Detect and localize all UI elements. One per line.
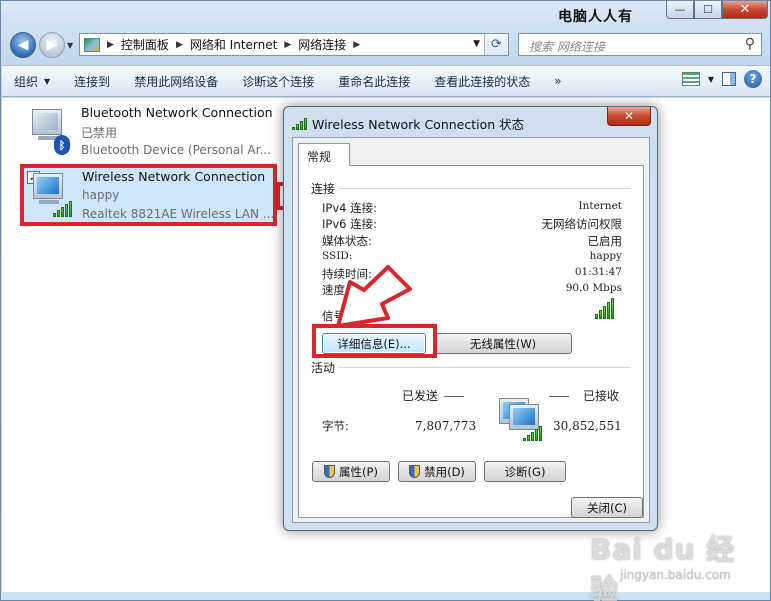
- list-item-bluetooth-connection[interactable]: ᛒ Bluetooth Network Connection 已禁用 Bluet…: [22, 103, 277, 163]
- forward-button[interactable]: ▶: [39, 32, 65, 58]
- search-icon[interactable]: ⚲: [745, 36, 755, 52]
- minimize-button[interactable]: —: [666, 1, 694, 19]
- command-bar: 组织 ▼ 连接到 禁用此网络设备 诊断这个连接 重命名此连接 查看此连接的状态 »…: [2, 65, 770, 97]
- breadcrumb-control-panel[interactable]: 控制面板: [121, 36, 169, 53]
- dialog-title: Wireless Network Connection 状态: [312, 117, 525, 132]
- row-key: IPv4 连接:: [322, 201, 377, 215]
- red-arrow-down-left-icon: [336, 265, 412, 328]
- view-status-button[interactable]: 查看此连接的状态: [422, 69, 542, 93]
- network-activity-icon: [495, 398, 542, 448]
- status-row-media: 媒体状态: 已启用: [322, 233, 622, 249]
- bytes-sent-value: 7,807,773: [415, 419, 477, 433]
- status-row-ipv4: IPv4 连接: Internet: [322, 200, 622, 216]
- connection-device: Bluetooth Device (Personal Ar...: [81, 143, 271, 157]
- maximize-button[interactable]: ☐: [694, 1, 722, 19]
- bluetooth-icon: ᛒ: [54, 135, 70, 155]
- disable-button[interactable]: 禁用(D): [398, 461, 476, 482]
- dialog-title-bar: Wireless Network Connection 状态: [292, 114, 524, 133]
- toolbar-right: ▼ ?: [681, 70, 762, 88]
- baidu-watermark: Bai du 经验 jingyan.baidu.com: [590, 528, 760, 601]
- divider: [311, 188, 631, 189]
- row-value: 已启用: [587, 234, 623, 248]
- received-line: [549, 396, 569, 397]
- uac-shield-icon: [409, 465, 421, 478]
- signal-bars-icon: [292, 117, 307, 130]
- row-value: Internet: [578, 200, 622, 212]
- watermark-url: jingyan.baidu.com: [620, 568, 731, 582]
- window-title: 电脑人人有: [558, 9, 633, 25]
- recent-pages-chevron-icon[interactable]: ▼: [67, 41, 73, 50]
- received-label: 已接收: [583, 389, 620, 403]
- monitor-icon: [32, 109, 62, 135]
- breadcrumb-separator-icon[interactable]: ▶: [107, 40, 114, 50]
- breadcrumb-network-internet[interactable]: 网络和 Internet: [190, 36, 277, 53]
- breadcrumb-network-connections[interactable]: 网络连接: [298, 36, 346, 53]
- network-adapter-icon: ᛒ: [26, 107, 76, 157]
- signal-quality-bars-icon: [595, 298, 614, 319]
- navigation-bar: ◀ ▶ ▼ ▶ 控制面板 ▶ 网络和 Internet ▶ 网络连接 ▶ ▼ ⟳…: [1, 29, 770, 61]
- row-key: 媒体状态:: [322, 234, 372, 248]
- more-commands-button[interactable]: »: [542, 69, 573, 93]
- connection-status: 已禁用: [81, 126, 118, 140]
- activity-group-label: 活动: [311, 359, 340, 376]
- row-value: happy: [589, 250, 622, 262]
- organize-menu[interactable]: 组织 ▼: [2, 69, 62, 93]
- diagnose-connection-button[interactable]: 诊断这个连接: [230, 69, 326, 93]
- bytes-label: 字节:: [322, 419, 349, 433]
- row-key: SSID:: [322, 250, 353, 262]
- signal-bars-icon: [523, 426, 542, 441]
- help-icon[interactable]: ?: [744, 70, 762, 88]
- sent-label: 已发送: [402, 389, 439, 403]
- watermark-brand: Bai du 经验: [590, 533, 736, 601]
- connection-group-label: 连接: [311, 180, 340, 197]
- row-value: 01:31:47: [574, 266, 622, 278]
- connect-to-button[interactable]: 连接到: [62, 69, 122, 93]
- window-controls: — ☐ ✕: [666, 1, 768, 19]
- disable-device-button[interactable]: 禁用此网络设备: [122, 69, 230, 93]
- address-bar[interactable]: ▶ 控制面板 ▶ 网络和 Internet ▶ 网络连接 ▶ ▼ ⟳: [79, 33, 509, 56]
- status-row-ipv6: IPv6 连接: 无网络访问权限: [322, 216, 622, 232]
- row-value: 无网络访问权限: [541, 217, 623, 231]
- connection-name: Bluetooth Network Connection: [81, 105, 273, 120]
- breadcrumb-separator-icon[interactable]: ▶: [284, 40, 291, 50]
- view-options-chevron-icon[interactable]: ▼: [708, 75, 714, 84]
- breadcrumb-separator-icon[interactable]: ▶: [176, 40, 183, 50]
- dialog-close-text-button[interactable]: 关闭(C): [571, 497, 643, 518]
- disable-button-label: 禁用(D): [424, 464, 465, 479]
- change-view-icon[interactable]: [681, 72, 700, 86]
- rename-connection-button[interactable]: 重命名此连接: [326, 69, 422, 93]
- title-bar: 电脑人人有 — ☐ ✕: [1, 1, 770, 27]
- search-placeholder: 搜索 网络连接: [529, 40, 605, 54]
- bytes-received-value: 30,852,551: [553, 419, 622, 433]
- breadcrumb-separator-icon[interactable]: ▶: [353, 40, 360, 50]
- preview-pane-icon[interactable]: [722, 72, 736, 86]
- row-value: 90.0 Mbps: [565, 282, 622, 294]
- row-key: IPv6 连接:: [322, 217, 377, 231]
- diagnose-button[interactable]: 诊断(G): [484, 461, 566, 482]
- back-button[interactable]: ◀: [10, 32, 36, 58]
- search-input[interactable]: 搜索 网络连接 ⚲: [518, 33, 762, 56]
- organize-label: 组织: [14, 74, 39, 89]
- close-button[interactable]: ✕: [722, 1, 768, 19]
- dialog-close-button[interactable]: ✕: [607, 107, 651, 126]
- highlight-box-wireless: [20, 164, 277, 226]
- address-dropdown-icon[interactable]: ▼: [473, 39, 480, 49]
- properties-button[interactable]: 属性(P): [312, 461, 390, 482]
- general-tab-panel: 连接 IPv4 连接: Internet IPv6 连接: 无网络访问权限 媒体状态…: [298, 165, 644, 518]
- sent-line: [444, 396, 464, 397]
- wireless-properties-button[interactable]: 无线属性(W): [434, 333, 572, 354]
- tab-general[interactable]: 常规: [298, 143, 350, 166]
- uac-shield-icon: [324, 465, 336, 478]
- control-panel-icon: [84, 37, 100, 52]
- chevron-down-icon: ▼: [44, 76, 51, 86]
- properties-button-label: 属性(P): [339, 464, 378, 479]
- divider: [311, 367, 631, 368]
- refresh-icon[interactable]: ⟳: [484, 34, 508, 55]
